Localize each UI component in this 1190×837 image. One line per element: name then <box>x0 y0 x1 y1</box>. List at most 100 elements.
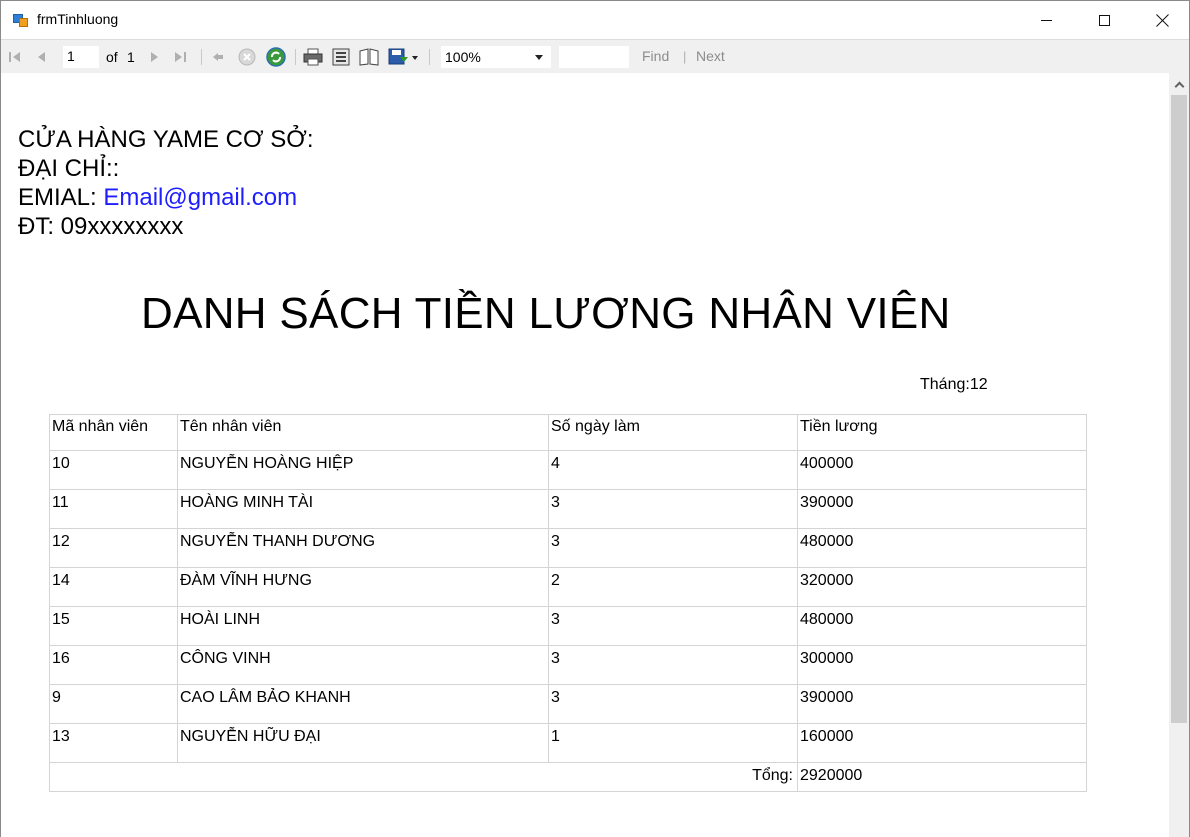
first-page-button[interactable] <box>7 46 23 68</box>
toolbar-separator <box>429 49 430 65</box>
column-header: Tên nhân viên <box>177 414 549 451</box>
work-days-cell: 3 <box>548 606 798 646</box>
salary-cell: 300000 <box>797 645 1087 685</box>
current-page-input[interactable]: 1 <box>63 46 99 68</box>
work-days-cell: 3 <box>548 489 798 529</box>
employee-id-cell: 11 <box>49 489 178 529</box>
find-separator: | <box>683 49 687 64</box>
employee-id-cell: 10 <box>49 450 178 490</box>
close-icon <box>1156 14 1169 27</box>
table-row: 15 HOÀI LINH 3 480000 <box>49 606 1087 646</box>
vertical-scrollbar[interactable] <box>1169 73 1189 837</box>
table-row: 10 NGUYỄN HOÀNG HIỆP 4 400000 <box>49 450 1087 490</box>
employee-name-cell: HOÀI LINH <box>177 606 549 646</box>
last-page-button[interactable] <box>172 46 188 68</box>
minimize-button[interactable] <box>1017 1 1075 39</box>
employee-id-cell: 13 <box>49 723 178 763</box>
next-page-icon <box>151 52 158 62</box>
employee-name-cell: CAO LÂM BẢO KHANH <box>177 684 549 724</box>
maximize-icon <box>1098 14 1110 26</box>
work-days-cell: 3 <box>548 528 798 568</box>
app-icon <box>13 12 29 28</box>
salary-table: Mã nhân viên Tên nhân viên Số ngày làm T… <box>49 414 1087 792</box>
work-days-cell: 4 <box>548 450 798 490</box>
total-label: Tổng: <box>49 762 798 792</box>
next-page-button[interactable] <box>146 46 162 68</box>
find-next-button[interactable]: Next <box>696 48 725 64</box>
zoom-value: 100% <box>445 49 481 65</box>
employee-name-cell: NGUYỄN HỮU ĐẠI <box>177 723 549 763</box>
page-setup-icon <box>359 48 379 66</box>
employee-id-cell: 14 <box>49 567 178 607</box>
salary-cell: 320000 <box>797 567 1087 607</box>
find-input[interactable] <box>559 46 629 68</box>
work-days-cell: 3 <box>548 684 798 724</box>
report-page: CỬA HÀNG YAME CƠ SỞ: ĐẠI CHỈ:: EMIAL: Em… <box>1 73 1169 837</box>
salary-cell: 390000 <box>797 489 1087 529</box>
page-count: 1 <box>127 49 135 65</box>
toolbar-separator <box>201 49 202 65</box>
maximize-button[interactable] <box>1075 1 1133 39</box>
salary-cell: 160000 <box>797 723 1087 763</box>
employee-id-cell: 15 <box>49 606 178 646</box>
back-arrow-icon <box>213 53 223 61</box>
scrollbar-thumb[interactable] <box>1171 95 1187 723</box>
table-row: 9 CAO LÂM BẢO KHANH 3 390000 <box>49 684 1087 724</box>
work-days-cell: 3 <box>548 645 798 685</box>
shop-phone: ĐT: 09xxxxxxxx <box>18 213 184 240</box>
email-link[interactable]: Email@gmail.com <box>103 184 297 211</box>
employee-name-cell: NGUYỄN THANH DƯƠNG <box>177 528 549 568</box>
month-label: Tháng:12 <box>920 376 988 393</box>
employee-name-cell: CÔNG VINH <box>177 645 549 685</box>
email-label: EMIAL: <box>18 184 104 211</box>
back-button[interactable] <box>210 46 226 68</box>
shop-name: CỬA HÀNG YAME CƠ SỞ: <box>18 126 314 153</box>
page-setup-button[interactable] <box>358 46 380 68</box>
column-header: Mã nhân viên <box>49 414 178 451</box>
zoom-select[interactable]: 100% <box>441 46 551 68</box>
work-days-cell: 2 <box>548 567 798 607</box>
window-title: frmTinhluong <box>37 11 119 27</box>
salary-cell: 390000 <box>797 684 1087 724</box>
employee-name-cell: NGUYỄN HOÀNG HIỆP <box>177 450 549 490</box>
close-button[interactable] <box>1133 1 1190 39</box>
chevron-up-icon <box>1174 81 1184 91</box>
table-total-row: Tổng: 2920000 <box>49 762 1087 792</box>
previous-page-icon <box>38 52 45 62</box>
salary-cell: 480000 <box>797 528 1087 568</box>
column-header: Số ngày làm <box>548 414 798 451</box>
table-row: 11 HOÀNG MINH TÀI 3 390000 <box>49 489 1087 529</box>
stop-icon <box>238 48 256 66</box>
work-days-cell: 1 <box>548 723 798 763</box>
table-row: 12 NGUYỄN THANH DƯƠNG 3 480000 <box>49 528 1087 568</box>
column-header: Tiền lương <box>797 414 1087 451</box>
shop-info: CỬA HÀNG YAME CƠ SỞ: ĐẠI CHỈ:: EMIAL: Em… <box>18 125 314 241</box>
employee-id-cell: 12 <box>49 528 178 568</box>
last-page-icon <box>175 52 186 62</box>
stop-button[interactable] <box>237 46 257 68</box>
chevron-down-icon <box>535 55 543 60</box>
table-row: 14 ĐÀM VĨNH HƯNG 2 320000 <box>49 567 1087 607</box>
employee-id-cell: 9 <box>49 684 178 724</box>
of-label: of <box>106 49 118 65</box>
shop-address: ĐẠI CHỈ:: <box>18 155 120 182</box>
salary-cell: 480000 <box>797 606 1087 646</box>
refresh-button[interactable] <box>265 46 287 68</box>
table-header-row: Mã nhân viên Tên nhân viên Số ngày làm T… <box>49 414 1087 451</box>
refresh-icon <box>266 47 286 67</box>
save-export-icon <box>388 48 418 65</box>
print-button[interactable] <box>302 46 324 68</box>
page-layout-icon <box>332 48 350 66</box>
minimize-icon <box>1040 19 1052 21</box>
printer-icon <box>303 48 323 66</box>
report-title: DANH SÁCH TIỀN LƯƠNG NHÂN VIÊN <box>141 289 951 338</box>
employee-id-cell: 16 <box>49 645 178 685</box>
previous-page-button[interactable] <box>34 46 50 68</box>
export-button[interactable] <box>387 46 419 68</box>
toolbar-separator <box>295 49 296 65</box>
print-layout-button[interactable] <box>330 46 352 68</box>
employee-name-cell: ĐÀM VĨNH HƯNG <box>177 567 549 607</box>
report-viewer-window: frmTinhluong 1 of 1 100% Find | Next CỬA… <box>0 0 1190 837</box>
scroll-up-button[interactable] <box>1169 73 1189 95</box>
find-button[interactable]: Find <box>642 48 669 64</box>
